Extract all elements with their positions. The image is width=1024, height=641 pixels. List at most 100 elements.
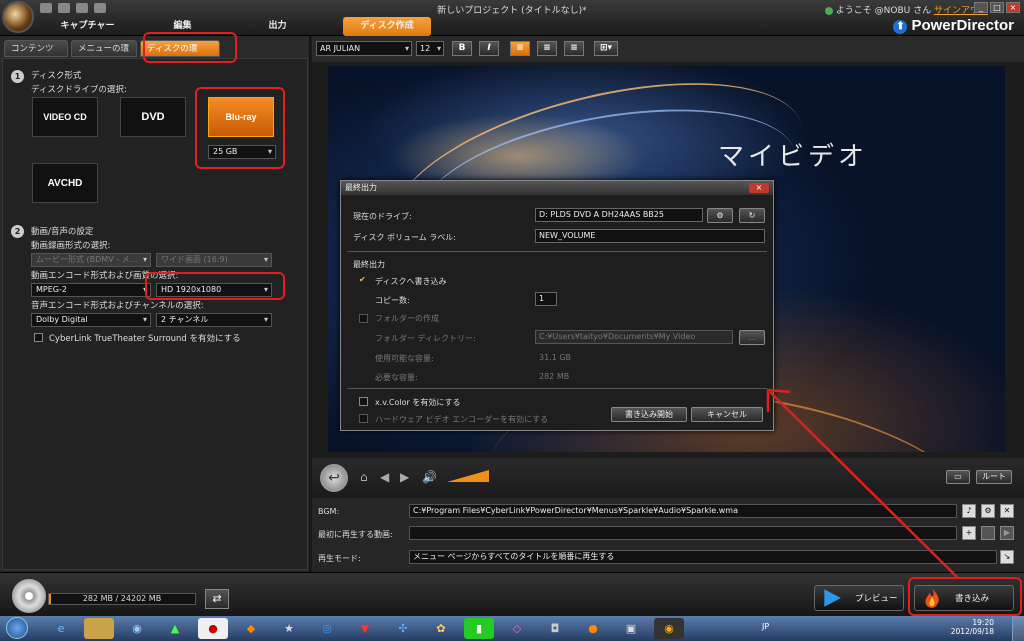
tab-create-disc[interactable]: ディスク作成 xyxy=(343,17,431,36)
redo-icon[interactable] xyxy=(76,3,88,13)
preview-button[interactable]: プレビュー xyxy=(814,585,904,611)
xvcolor-checkbox[interactable] xyxy=(359,397,368,406)
save-icon[interactable] xyxy=(40,3,52,13)
fox-icon[interactable]: ◆ xyxy=(236,618,266,639)
start-button[interactable] xyxy=(6,617,28,639)
create-folder-checkbox[interactable] xyxy=(359,314,368,323)
cancel-button[interactable]: キャンセル xyxy=(691,407,763,422)
folder-dir-input[interactable]: C:¥Users¥taityo¥Documents¥My Video xyxy=(535,330,733,344)
volume-label-input[interactable]: NEW_VOLUME xyxy=(535,229,765,243)
show-desktop-button[interactable] xyxy=(1012,616,1024,641)
output-section-title: 最終出力 xyxy=(353,260,385,269)
globe-icon[interactable]: ◉ xyxy=(122,618,152,639)
align-center-button[interactable]: ≡ xyxy=(537,41,557,56)
swap-button[interactable]: ⇄ xyxy=(205,589,229,609)
truetheater-label: CyberLink TrueTheater Surround を有効にする xyxy=(49,334,241,344)
remove-video-icon[interactable] xyxy=(981,526,995,540)
bgm-input[interactable]: C:¥Program Files¥CyberLink¥PowerDirector… xyxy=(409,504,957,518)
volume-slider[interactable] xyxy=(447,470,489,482)
next-icon[interactable]: ▶ xyxy=(400,470,409,484)
app-icon[interactable]: ◎ xyxy=(312,618,342,639)
video-cd-button[interactable]: VIDEO CD xyxy=(32,97,98,137)
quick-access-toolbar xyxy=(40,3,106,13)
write-to-disc-label: ディスクへ書き込み xyxy=(375,277,447,286)
audio-channels-select[interactable]: 2 チャンネル xyxy=(156,313,272,327)
disc-icon xyxy=(12,579,46,613)
recording-format-label: 動画録画形式の選択: xyxy=(31,241,111,251)
safe-zone-button[interactable]: ▭ xyxy=(946,470,970,484)
aspect-select[interactable]: ワイド画面 (16:9) xyxy=(156,253,272,267)
upgrade-icon[interactable]: ⬆ xyxy=(893,20,908,34)
play-icon[interactable]: ↩ xyxy=(320,464,348,492)
disc-space-text: 282 MB / 24202 MB xyxy=(82,594,162,603)
start-burn-button[interactable]: 書き込み開始 xyxy=(611,407,687,422)
music-settings-icon[interactable]: ⚙ xyxy=(981,504,995,518)
refresh-button[interactable]: ↻ xyxy=(739,208,765,223)
dialog-title: 最終出力 xyxy=(341,181,773,195)
system-clock[interactable]: 19:20 2012/09/18 xyxy=(951,618,994,636)
cat-icon[interactable]: ★ xyxy=(274,618,304,639)
settings-icon[interactable] xyxy=(94,3,106,13)
powerdirector-taskbar-icon[interactable]: ◉ xyxy=(654,618,684,639)
italic-button[interactable]: I xyxy=(479,41,499,56)
add-music-icon[interactable]: ♪ xyxy=(962,504,976,518)
hw-encoder-checkbox[interactable] xyxy=(359,414,368,423)
explorer-icon[interactable] xyxy=(84,618,114,639)
firefox-icon[interactable]: ● xyxy=(578,618,608,639)
volume-icon[interactable]: 🔊 xyxy=(422,470,437,484)
undo-icon[interactable] xyxy=(58,3,70,13)
paint-icon[interactable]: ✿ xyxy=(426,618,456,639)
truetheater-checkbox[interactable] xyxy=(34,333,43,342)
video-codec-select[interactable]: MPEG-2 xyxy=(31,283,151,297)
play-video-icon[interactable]: ▶ xyxy=(1000,526,1014,540)
tab-produce[interactable]: 出力 xyxy=(230,17,325,36)
root-button[interactable]: ルート xyxy=(976,470,1012,484)
recording-format-select[interactable]: ムービー形式 (BDMV - メ... xyxy=(31,253,151,267)
app-icon[interactable]: ▣ xyxy=(616,618,646,639)
font-select[interactable]: AR JULIAN xyxy=(316,41,412,56)
ie-icon[interactable]: e xyxy=(46,618,76,639)
windows-taskbar: e ◉ ▲ ● ◆ ★ ◎ ▼ ✣ ✿ ▮ ◇ ◘ ● ▣ ◉ JP 19:20… xyxy=(0,616,1024,641)
download-icon[interactable]: ▼ xyxy=(350,618,380,639)
online-status-icon xyxy=(824,6,833,15)
video-audio-title: 動画/音声の設定 xyxy=(31,227,94,237)
audio-codec-select[interactable]: Dolby Digital xyxy=(31,313,151,327)
play-mode-settings-icon[interactable]: ↘ xyxy=(1000,550,1014,564)
minimize-button[interactable]: _ xyxy=(974,2,988,13)
remove-music-icon[interactable]: ✕ xyxy=(1000,504,1014,518)
play-mode-input[interactable]: メニュー ページからすべてのタイトルを順番に再生する xyxy=(409,550,997,564)
drive-select[interactable]: D: PLDS DVD A DH24AAS BB25 xyxy=(535,208,703,222)
tab-menu-preferences[interactable]: メニューの環境... xyxy=(71,40,137,70)
dialog-close-button[interactable]: × xyxy=(749,183,769,193)
close-button[interactable]: × xyxy=(1006,2,1020,13)
browse-button[interactable]: ... xyxy=(739,330,765,345)
avchd-button[interactable]: AVCHD xyxy=(32,163,98,203)
dvd-button[interactable]: DVD xyxy=(120,97,186,137)
copies-input[interactable]: 1 xyxy=(535,292,557,306)
align-left-button[interactable]: ≡ xyxy=(510,41,530,56)
app-icon[interactable]: ◇ xyxy=(502,618,532,639)
app-logo[interactable] xyxy=(2,1,34,33)
layout-menu-button[interactable]: ⊞▾ xyxy=(594,41,618,56)
drive-settings-button[interactable]: ⚙ xyxy=(707,208,733,223)
app-icon[interactable]: ◘ xyxy=(540,618,570,639)
first-play-input[interactable] xyxy=(409,526,957,540)
home-icon[interactable]: ⌂ xyxy=(360,470,368,484)
app-icon[interactable]: ▲ xyxy=(160,618,190,639)
tab-content[interactable]: コンテンツ xyxy=(4,40,68,57)
tab-capture[interactable]: キャプチャー xyxy=(40,17,135,36)
drive-label: 現在のドライブ: xyxy=(353,212,412,221)
bold-button[interactable]: B xyxy=(452,41,472,56)
align-right-button[interactable]: ≡ xyxy=(564,41,584,56)
maximize-button[interactable]: □ xyxy=(990,2,1004,13)
write-check-icon[interactable]: ✔ xyxy=(359,275,366,284)
app-icon[interactable]: ▮ xyxy=(464,618,494,639)
add-video-icon[interactable]: + xyxy=(962,526,976,540)
previous-icon[interactable]: ◀ xyxy=(380,470,389,484)
annotation-highlight-quality xyxy=(145,272,285,300)
ime-language[interactable]: JP xyxy=(762,622,769,631)
font-size-select[interactable]: 12 xyxy=(416,41,444,56)
menu-title-text[interactable]: マイビデオ xyxy=(718,136,868,173)
network-icon[interactable]: ✣ xyxy=(388,618,418,639)
jp-flag-icon[interactable]: ● xyxy=(198,618,228,639)
